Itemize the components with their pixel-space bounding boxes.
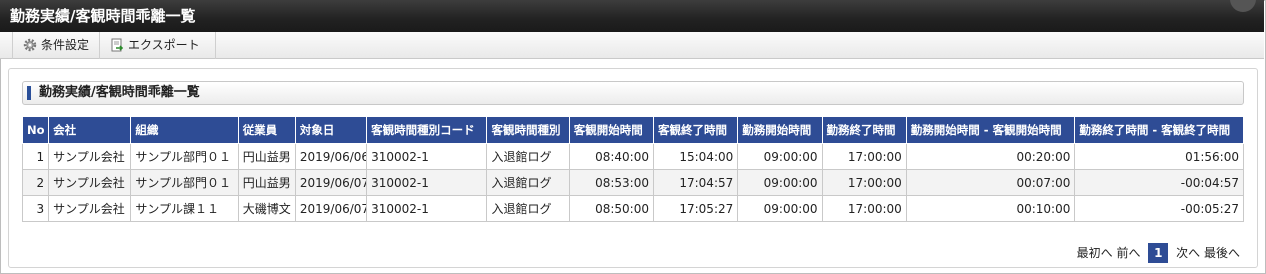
cell-target-date: 2019/06/07 <box>294 195 368 222</box>
cell-employee: 円山益男 <box>237 169 296 196</box>
cell-employee: 大磯博文 <box>237 195 296 222</box>
cell-start-diff: 00:10:00 <box>905 195 1076 222</box>
cell-objective-end: 17:04:57 <box>652 169 739 196</box>
cell-objective-type-code: 310002-1 <box>366 143 488 170</box>
cell-work-start: 09:00:00 <box>737 143 823 170</box>
cell-no: 3 <box>21 195 50 222</box>
cell-work-start: 09:00:00 <box>737 169 823 196</box>
col-header-organization[interactable]: 組織 <box>130 116 239 144</box>
cell-work-end: 17:00:00 <box>821 169 907 196</box>
cell-objective-type: 入退館ログ <box>486 195 570 222</box>
section-header: 勤務実績/客観時間乖離一覧 <box>22 81 1244 105</box>
window-titlebar: 勤務実績/客観時間乖離一覧 <box>0 0 1264 32</box>
cell-end-diff: -00:04:57 <box>1074 169 1244 196</box>
table-row[interactable]: 3 サンプル会社 サンプル課１１ 大磯博文 2019/06/07 310002-… <box>21 195 1244 222</box>
results-table: No 会社 組織 従業員 対象日 客観時間種別コード 客観時間種別 客観開始時間… <box>21 116 1244 222</box>
export-button[interactable]: エクスポート <box>100 32 216 59</box>
cell-organization: サンプル部門０１ <box>130 169 239 196</box>
cell-objective-end: 17:05:27 <box>652 195 739 222</box>
table-row[interactable]: 1 サンプル会社 サンプル部門０１ 円山益男 2019/06/06 310002… <box>21 143 1244 170</box>
col-header-start-diff[interactable]: 勤務開始時間 - 客観開始時間 <box>905 116 1076 144</box>
export-label: エクスポート <box>128 38 200 52</box>
col-header-work-end[interactable]: 勤務終了時間 <box>821 116 907 144</box>
cell-objective-type: 入退館ログ <box>486 169 570 196</box>
cell-start-diff: 00:07:00 <box>905 169 1076 196</box>
gear-icon <box>23 38 37 52</box>
cell-work-end: 17:00:00 <box>821 143 907 170</box>
cell-company: サンプル会社 <box>48 143 132 170</box>
condition-settings-button[interactable]: 条件設定 <box>12 32 100 59</box>
col-header-employee[interactable]: 従業員 <box>237 116 296 144</box>
cell-target-date: 2019/06/07 <box>294 169 368 196</box>
pager-first-link[interactable]: 最初へ <box>1077 243 1113 263</box>
cell-objective-type-code: 310002-1 <box>366 195 488 222</box>
cell-company: サンプル会社 <box>48 169 132 196</box>
cell-company: サンプル会社 <box>48 195 132 222</box>
col-header-end-diff[interactable]: 勤務終了時間 - 客観終了時間 <box>1074 116 1244 144</box>
pager-next-link[interactable]: 次へ <box>1176 243 1200 263</box>
cell-employee: 円山益男 <box>237 143 296 170</box>
export-icon <box>111 38 124 52</box>
cell-start-diff: 00:20:00 <box>905 143 1076 170</box>
cell-objective-type-code: 310002-1 <box>366 169 488 196</box>
toolbar: 条件設定 エクスポート <box>0 32 1264 59</box>
col-header-objective-type-code[interactable]: 客観時間種別コード <box>366 116 488 144</box>
table-row[interactable]: 2 サンプル会社 サンプル部門０１ 円山益男 2019/06/07 310002… <box>21 169 1244 196</box>
cell-objective-type: 入退館ログ <box>486 143 570 170</box>
pager-current-page[interactable]: 1 <box>1148 242 1169 263</box>
condition-settings-label: 条件設定 <box>41 38 90 52</box>
col-header-work-start[interactable]: 勤務開始時間 <box>737 116 823 144</box>
cell-objective-start: 08:40:00 <box>568 143 655 170</box>
cell-organization: サンプル課１１ <box>130 195 239 222</box>
table-header-row: No 会社 組織 従業員 対象日 客観時間種別コード 客観時間種別 客観開始時間… <box>21 116 1244 144</box>
cell-objective-start: 08:50:00 <box>568 195 655 222</box>
pager-prev-link[interactable]: 前へ <box>1116 243 1140 263</box>
pager-last-link[interactable]: 最後へ <box>1204 243 1240 263</box>
cell-work-end: 17:00:00 <box>821 195 907 222</box>
cell-target-date: 2019/06/06 <box>294 143 368 170</box>
col-header-objective-type[interactable]: 客観時間種別 <box>486 116 570 144</box>
cell-no: 2 <box>21 169 50 196</box>
cell-objective-end: 15:04:00 <box>652 143 739 170</box>
col-header-company[interactable]: 会社 <box>48 116 132 144</box>
col-header-no[interactable]: No <box>21 116 50 144</box>
col-header-objective-end[interactable]: 客観終了時間 <box>652 116 739 144</box>
section-header-marker <box>27 86 31 100</box>
cell-end-diff: -00:05:27 <box>1074 195 1244 222</box>
cell-organization: サンプル部門０１ <box>130 143 239 170</box>
window-corner-decoration <box>1230 0 1256 12</box>
cell-work-start: 09:00:00 <box>737 195 823 222</box>
col-header-target-date[interactable]: 対象日 <box>294 116 368 144</box>
window-title: 勤務実績/客観時間乖離一覧 <box>10 7 196 25</box>
section-title: 勤務実績/客観時間乖離一覧 <box>39 85 200 100</box>
pagination: 最初へ 前へ 1 次へ 最後へ <box>1077 242 1240 263</box>
col-header-objective-start[interactable]: 客観開始時間 <box>568 116 655 144</box>
cell-end-diff: 01:56:00 <box>1074 143 1244 170</box>
cell-objective-start: 08:53:00 <box>568 169 655 196</box>
cell-no: 1 <box>21 143 50 170</box>
